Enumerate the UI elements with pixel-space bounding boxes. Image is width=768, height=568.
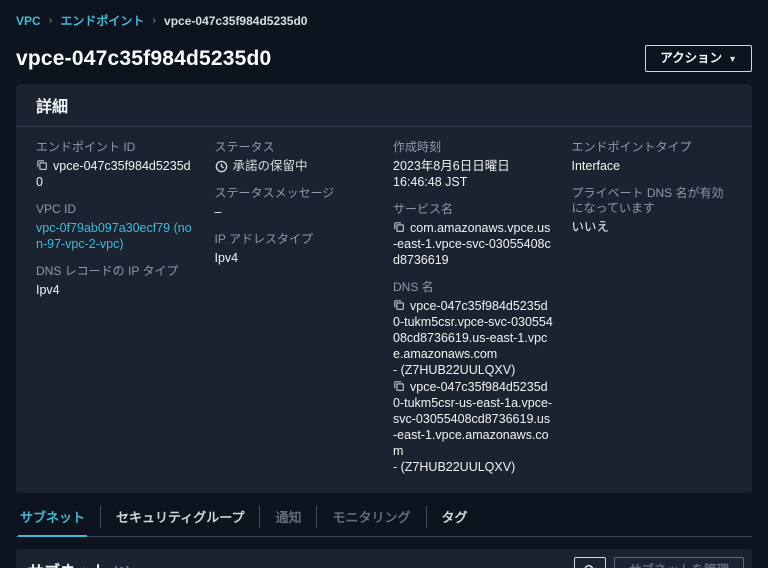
tab-divider xyxy=(425,506,427,528)
actions-button[interactable]: アクション ▼ xyxy=(645,45,752,72)
tab-tags[interactable]: タグ xyxy=(440,503,470,536)
copy-icon[interactable] xyxy=(36,159,48,171)
field-creation-time: 作成時刻 2023年8月6日日曜日 16:46:48 JST xyxy=(393,140,510,189)
tab-notifications: 通知 xyxy=(275,510,302,525)
status-text: 承諾の保留中 xyxy=(232,159,308,173)
refresh-button[interactable]: ⟳ xyxy=(573,557,606,568)
breadcrumb-separator-icon: › xyxy=(48,14,53,27)
status-pending-clock-icon xyxy=(215,160,228,173)
subnet-panel-title: サブネット (1) xyxy=(28,558,131,568)
field-endpoint-type: エンドポイントタイプ Interface xyxy=(571,140,692,173)
details-card-title: 詳細 xyxy=(36,99,69,116)
copy-icon[interactable] xyxy=(393,299,405,311)
subnet-panel: サブネット (1) ⟳ サブネットを管理 ‹ 1 › ⚙ xyxy=(16,549,752,568)
refresh-icon: ⟳ xyxy=(584,562,597,568)
details-column-2: ステータス 承諾の保留中 ステータスメッセージ – IP アドレスタイプ Ipv… xyxy=(215,140,376,487)
page-title: vpce-047c35f984d5235d0 xyxy=(16,46,272,70)
field-private-dns-enabled: プライベート DNS 名が有効になっています いいえ xyxy=(571,186,724,234)
subnet-count-badge: (1) xyxy=(112,564,130,568)
field-service-name: サービス名 com.amazonaws.vpce.us-east-1.vpce-… xyxy=(393,202,551,267)
dns-name-entry: vpce-047c35f984d5235d0-tukm5csr-us-east-… xyxy=(393,380,553,474)
tab-monitoring: モニタリング xyxy=(332,510,411,525)
breadcrumb: VPC › エンドポイント › vpce-047c35f984d5235d0 xyxy=(0,0,768,29)
tab-divider xyxy=(100,506,102,528)
details-column-1: エンドポイント ID vpce-047c35f984d5235d0 VPC ID… xyxy=(36,140,197,487)
details-column-3: 作成時刻 2023年8月6日日曜日 16:46:48 JST サービス名 com… xyxy=(393,140,554,487)
breadcrumb-link-endpoints[interactable]: エンドポイント xyxy=(60,12,144,29)
vpc-endpoint-detail-page: VPC › エンドポイント › vpce-047c35f984d5235d0 v… xyxy=(0,0,768,568)
tab-bar: サブネット セキュリティグループ 通知 モニタリング タグ xyxy=(16,503,752,537)
tab-divider xyxy=(259,506,261,528)
details-column-4: エンドポイントタイプ Interface プライベート DNS 名が有効になって… xyxy=(572,140,733,487)
dns-name-entry: vpce-047c35f984d5235d0-tukm5csr.vpce-svc… xyxy=(393,299,553,377)
field-ip-address-type: IP アドレスタイプ Ipv4 xyxy=(214,232,313,265)
details-card: 詳細 エンドポイント ID vpce-047c35f984d5235d0 VPC… xyxy=(16,84,752,493)
field-dns-names: DNS 名 vpce-047c35f984d5235d0-tukm5csr.vp… xyxy=(393,280,553,474)
caret-down-icon: ▼ xyxy=(728,54,737,64)
field-endpoint-id: エンドポイント ID vpce-047c35f984d5235d0 xyxy=(36,140,191,189)
copy-icon[interactable] xyxy=(393,380,405,392)
field-vpc-id: VPC ID vpc-0f79ab097a30ecf79 (non-97-vpc… xyxy=(36,202,192,251)
field-dns-record-ip-type: DNS レコードの IP タイプ Ipv4 xyxy=(36,264,179,297)
field-status-message: ステータスメッセージ – xyxy=(214,186,335,219)
vpc-id-link[interactable]: vpc-0f79ab097a30ecf79 (non-97-vpc-2-vpc) xyxy=(36,221,192,251)
breadcrumb-separator-icon: › xyxy=(152,14,157,27)
breadcrumb-current: vpce-047c35f984d5235d0 xyxy=(164,13,308,28)
breadcrumb-link-vpc[interactable]: VPC xyxy=(16,14,41,28)
dns-hosted-zone: - (Z7HUB22UULQXV) xyxy=(393,363,516,377)
tab-security-groups[interactable]: セキュリティグループ xyxy=(114,503,246,536)
copy-icon[interactable] xyxy=(393,221,405,233)
field-status: ステータス 承諾の保留中 xyxy=(214,140,308,173)
actions-button-label: アクション xyxy=(660,51,723,65)
dns-hosted-zone: - (Z7HUB22UULQXV) xyxy=(393,460,516,474)
tab-divider xyxy=(316,506,318,528)
manage-subnets-button: サブネットを管理 xyxy=(613,557,744,568)
details-grid: エンドポイント ID vpce-047c35f984d5235d0 VPC ID… xyxy=(16,127,752,493)
tab-subnets[interactable]: サブネット xyxy=(18,503,88,537)
